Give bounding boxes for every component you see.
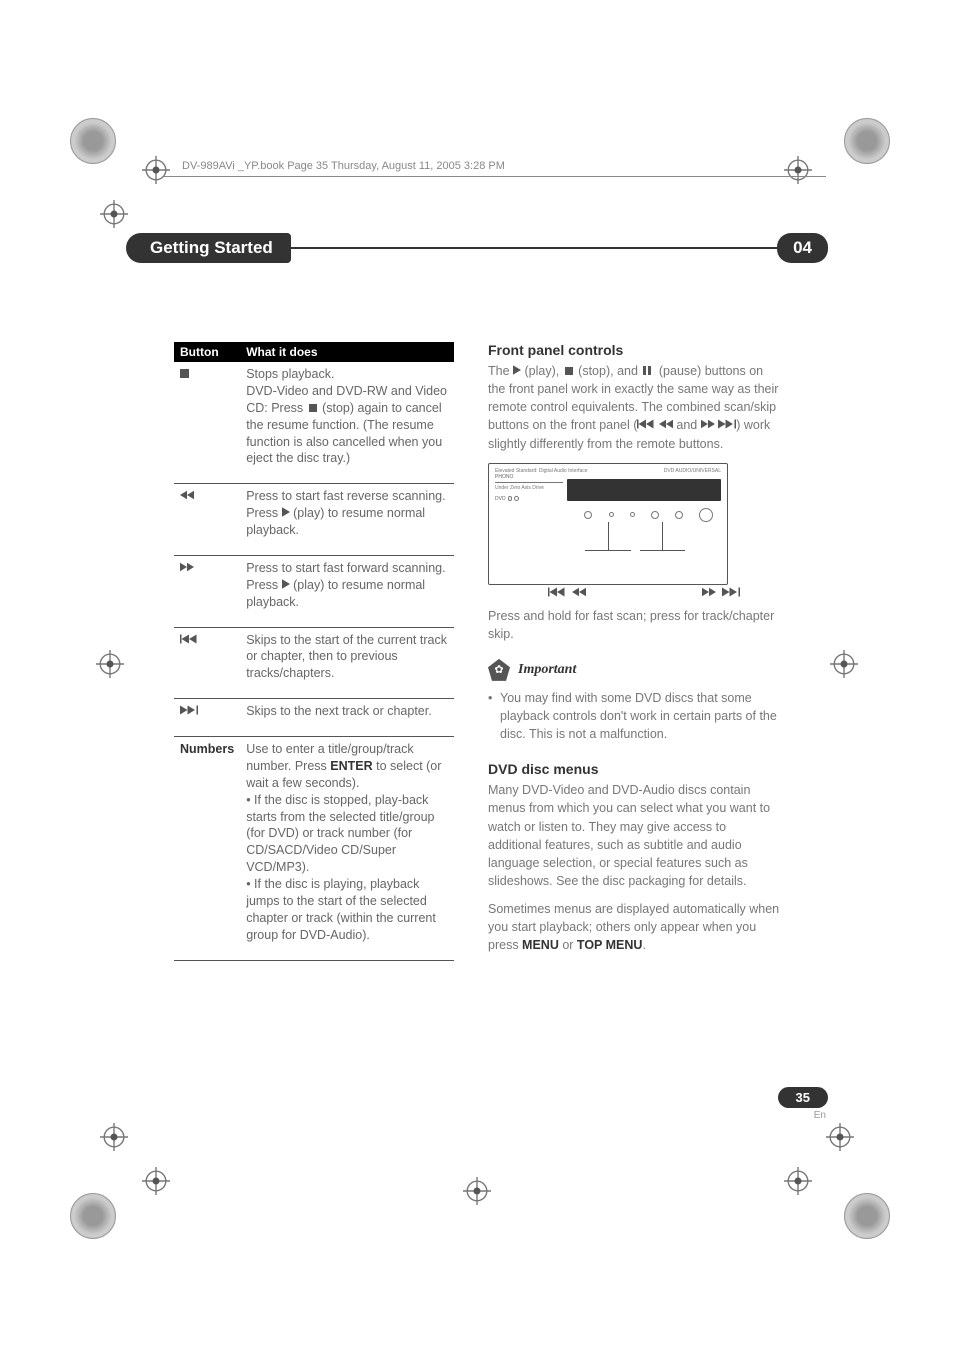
numbers-label: Numbers — [174, 737, 240, 961]
print-mark-bl — [70, 1193, 110, 1233]
fast-forward-icon — [174, 555, 240, 627]
diagram-button — [630, 512, 635, 517]
skip-forward-icon — [722, 587, 740, 597]
reg-mark — [142, 156, 170, 184]
reg-mark — [96, 650, 124, 678]
play-icon-inline — [282, 507, 290, 517]
important-row: ✿ Important — [488, 659, 780, 681]
diagram-button — [609, 512, 614, 517]
table-row: Press to start fast reverse scanning. Pr… — [174, 484, 454, 556]
text: and — [673, 418, 701, 432]
print-mark-tr — [844, 118, 884, 158]
reg-mark — [142, 1167, 170, 1195]
table-header-desc: What it does — [240, 342, 454, 362]
button-table-column: Button What it does Stops playback.DVD-V… — [174, 342, 454, 964]
device-diagram: Elevated Standard: Digital Audio Interfa… — [488, 463, 728, 585]
dvd-menus-para2: Sometimes menus are displayed automatica… — [488, 900, 780, 954]
front-panel-heading: Front panel controls — [488, 342, 780, 358]
page-language: En — [778, 1110, 828, 1121]
skip-back-desc: Skips to the start of the current track … — [240, 627, 454, 699]
stop-icon-inline — [309, 404, 317, 412]
reg-mark — [100, 200, 128, 228]
important-list: You may find with some DVD discs that so… — [488, 689, 780, 743]
diagram-brand-right: DVD AUDIO/UNIVERSAL — [664, 468, 721, 474]
page-number: 35 — [778, 1087, 828, 1108]
fast-forward-desc: Press to start fast forward scanning. Pr… — [240, 555, 454, 627]
chapter-number: 04 — [777, 233, 828, 263]
diagram-phono-label: PHONO — [495, 474, 563, 480]
pause-icon-inline — [643, 362, 653, 380]
dvd-logo-icon: DVD — [495, 494, 519, 504]
skip-forward-icon — [174, 699, 240, 737]
diagram-controls — [495, 508, 721, 522]
dvd-menus-heading: DVD disc menus — [488, 761, 780, 777]
rewind-icon — [174, 484, 240, 556]
skip-forward-desc: Skips to the next track or chapter. — [240, 699, 454, 737]
text: (play), — [521, 364, 563, 378]
chapter-title: Getting Started — [126, 233, 291, 263]
dvd-menus-para1: Many DVD-Video and DVD-Audio discs conta… — [488, 781, 780, 890]
skip-back-icon-inline — [637, 419, 655, 429]
text: . — [642, 938, 645, 952]
table-header-button: Button — [174, 342, 240, 362]
diagram-button — [675, 511, 683, 519]
numbers-desc: Use to enter a title/group/track number.… — [240, 737, 454, 961]
stop-icon — [174, 362, 240, 484]
diagram-display — [567, 479, 721, 501]
skip-back-icon — [174, 627, 240, 699]
diagram-leads — [495, 522, 721, 558]
play-icon-inline — [513, 365, 521, 375]
table-header-row: Button What it does — [174, 342, 454, 362]
table-row: Skips to the next track or chapter. — [174, 699, 454, 737]
diagram-button — [699, 508, 713, 522]
diagram-button — [584, 511, 592, 519]
stop-desc: Stops playback.DVD-Video and DVD-RW and … — [240, 362, 454, 484]
table-row: Skips to the start of the current track … — [174, 627, 454, 699]
print-mark-tl — [70, 118, 110, 158]
important-icon: ✿ — [488, 659, 510, 681]
rewind-icon — [572, 587, 586, 597]
rewind-icon-inline — [659, 419, 673, 429]
chapter-bar: Getting Started 04 — [126, 232, 828, 264]
stop-icon-inline — [565, 367, 573, 375]
top-menu-keyword: TOP MENU — [577, 938, 643, 952]
skip-forward-icon-inline — [718, 419, 736, 429]
text: The — [488, 364, 513, 378]
front-panel-para: The (play), (stop), and (pause) buttons … — [488, 362, 780, 453]
table-row: Stops playback.DVD-Video and DVD-RW and … — [174, 362, 454, 484]
fast-forward-icon — [702, 587, 716, 597]
chapter-rule — [291, 247, 777, 249]
play-icon-inline — [282, 579, 290, 589]
reg-mark — [463, 1177, 491, 1205]
button-table: Button What it does Stops playback.DVD-V… — [174, 342, 454, 961]
diagram-tray-label: Under Zero Axis Drive — [495, 485, 563, 491]
important-label: Important — [518, 662, 576, 678]
important-bullet: You may find with some DVD discs that so… — [488, 689, 780, 743]
press-hold-note: Press and hold for fast scan; press for … — [488, 607, 780, 643]
reg-mark — [826, 1123, 854, 1151]
reg-mark — [784, 156, 812, 184]
menu-keyword: MENU — [522, 938, 559, 952]
page-number-box: 35 En — [778, 1087, 828, 1121]
diagram-transport-icons — [488, 587, 780, 597]
rewind-desc: Press to start fast reverse scanning. Pr… — [240, 484, 454, 556]
reg-mark — [830, 650, 858, 678]
skip-back-icon — [548, 587, 566, 597]
text: (stop), and — [575, 364, 642, 378]
reg-mark — [100, 1123, 128, 1151]
print-mark-br — [844, 1193, 884, 1233]
text: or — [559, 938, 577, 952]
fast-forward-icon-inline — [701, 419, 715, 429]
right-column: Front panel controls The (play), (stop),… — [488, 342, 780, 964]
print-header-note: DV-989AVi _YP.book Page 35 Thursday, Aug… — [182, 160, 505, 172]
table-row: Press to start fast forward scanning. Pr… — [174, 555, 454, 627]
reg-mark — [784, 1167, 812, 1195]
diagram-button — [651, 511, 659, 519]
print-header-rule — [164, 176, 826, 177]
table-row: Numbers Use to enter a title/group/track… — [174, 737, 454, 961]
